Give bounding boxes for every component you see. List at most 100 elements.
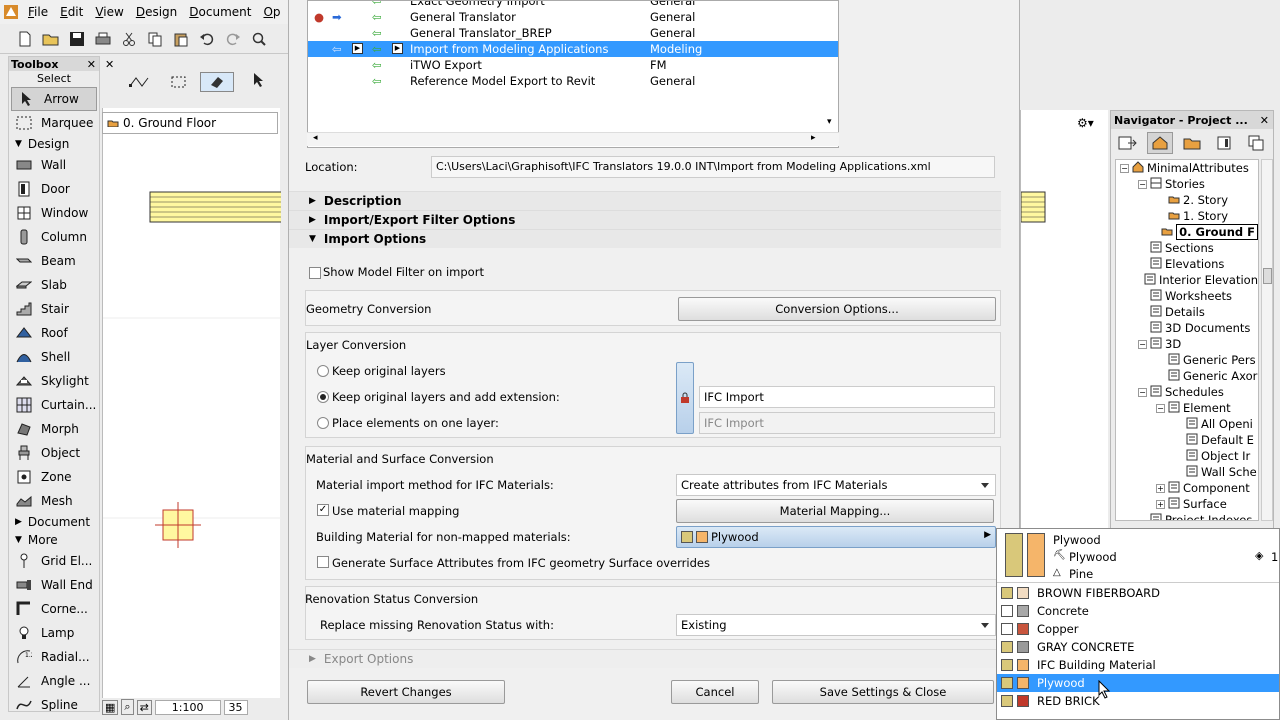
translator-row[interactable]: ● ➡ ⇦ General Translator General xyxy=(308,9,838,25)
keep-original-layers-radio[interactable] xyxy=(317,365,329,377)
tree-item-0-ground-f[interactable]: 0. Ground F xyxy=(1116,224,1258,240)
material-item-gray-concrete[interactable]: GRAY CONCRETE xyxy=(997,638,1279,656)
keep-layers-extension-radio[interactable] xyxy=(317,391,329,403)
tool-corne[interactable]: Corne... xyxy=(9,597,99,621)
scroll-right-icon[interactable]: ▸ xyxy=(811,133,816,143)
section-filter-options[interactable]: ▶ Import/Export Filter Options xyxy=(289,210,1001,229)
tool-wall-end[interactable]: Wall End xyxy=(9,573,99,597)
translator-row[interactable]: ⇦ iTWO Export FM xyxy=(308,57,838,73)
navigator-popup-icon[interactable] xyxy=(1115,132,1141,154)
layer-settings-icon[interactable]: ⚙▾ xyxy=(1077,116,1094,130)
tree-item-all-openi[interactable]: All Openi xyxy=(1116,416,1258,432)
tool-column[interactable]: Column xyxy=(9,225,99,249)
scale-field[interactable]: 1:100 xyxy=(154,699,221,715)
print-icon[interactable] xyxy=(92,28,114,50)
tree-item-3d[interactable]: − 3D xyxy=(1116,336,1258,352)
material-item-brown-fiberboard[interactable]: BROWN FIBERBOARD xyxy=(997,584,1279,602)
group-document[interactable]: ▶ Document xyxy=(9,513,99,531)
tool-skylight[interactable]: Skylight xyxy=(9,369,99,393)
group-design[interactable]: ▼ Design xyxy=(9,135,99,153)
tree-item-minimalattributes[interactable]: − MinimalAttributes xyxy=(1116,160,1258,176)
renovation-dropdown[interactable]: Existing xyxy=(676,614,996,636)
translator-row[interactable]: ⇦ Exact Geometry Import General xyxy=(308,1,838,9)
tool-angle[interactable]: Angle ... xyxy=(9,669,99,693)
tree-item-details[interactable]: Details xyxy=(1116,304,1258,320)
tree-expander-icon[interactable]: − xyxy=(1120,163,1129,173)
tool-morph[interactable]: Morph xyxy=(9,417,99,441)
tool-door[interactable]: Door xyxy=(9,177,99,201)
tool-grid-el[interactable]: Grid El... xyxy=(9,549,99,573)
tree-item-stories[interactable]: − Stories xyxy=(1116,176,1258,192)
tool-spline[interactable]: Spline xyxy=(9,693,99,711)
material-item-concrete[interactable]: Concrete xyxy=(997,602,1279,620)
tree-item-element[interactable]: − Element xyxy=(1116,400,1258,416)
building-material-picker[interactable]: Plywood ▶ xyxy=(676,526,996,548)
tree-item-schedules[interactable]: − Schedules xyxy=(1116,384,1258,400)
menu-options[interactable]: Op xyxy=(257,5,286,19)
material-item-copper[interactable]: Copper xyxy=(997,620,1279,638)
tool-radial[interactable]: 1.2 Radial... xyxy=(9,645,99,669)
tree-item-generic-axor[interactable]: Generic Axor xyxy=(1116,368,1258,384)
extension-field[interactable]: IFC Import xyxy=(699,386,995,408)
eraser-icon[interactable] xyxy=(200,72,234,92)
translator-row[interactable]: ⇦ General Translator_BREP General xyxy=(308,25,838,41)
tree-item-worksheets[interactable]: Worksheets xyxy=(1116,288,1258,304)
tool-shell[interactable]: Shell xyxy=(9,345,99,369)
material-method-dropdown[interactable]: Create attributes from IFC Materials xyxy=(676,474,996,496)
tree-item-sections[interactable]: Sections xyxy=(1116,240,1258,256)
zoom-fit-icon[interactable]: ▦ xyxy=(102,699,119,715)
cut-icon[interactable] xyxy=(118,28,140,50)
section-description[interactable]: ▶ Description xyxy=(289,191,1001,210)
revert-changes-button[interactable]: Revert Changes xyxy=(307,680,505,704)
zoom-icon[interactable]: ⌕ xyxy=(121,699,134,715)
material-item-plywood[interactable]: Plywood xyxy=(997,674,1279,692)
translator-row[interactable]: ⇦ ▶ ▶ ⇦ Import from Modeling Applications Mod… xyxy=(308,41,838,57)
use-material-mapping-checkbox[interactable]: ✓ xyxy=(317,504,329,516)
close-icon[interactable]: ✕ xyxy=(87,58,99,71)
generate-surface-checkbox[interactable] xyxy=(317,556,329,568)
view-map-tab-icon[interactable] xyxy=(1179,132,1205,154)
tree-expander-icon[interactable]: − xyxy=(1138,179,1147,189)
tree-expander-icon[interactable]: − xyxy=(1138,339,1147,349)
group-more[interactable]: ▼ More xyxy=(9,531,99,549)
publisher-sets-tab-icon[interactable] xyxy=(1243,132,1269,154)
menu-file[interactable]: File xyxy=(22,5,54,19)
tool-mesh[interactable]: Mesh xyxy=(9,489,99,513)
layout-book-tab-icon[interactable] xyxy=(1211,132,1237,154)
wall-element[interactable] xyxy=(149,191,281,223)
tool-wall[interactable]: Wall xyxy=(9,153,99,177)
tree-item-wall-sche[interactable]: Wall Sche xyxy=(1116,464,1258,480)
close-icon[interactable]: ✕ xyxy=(105,58,114,71)
tree-item-elevations[interactable]: Elevations xyxy=(1116,256,1258,272)
tool-slab[interactable]: Slab xyxy=(9,273,99,297)
tree-item-2-story[interactable]: 2. Story xyxy=(1116,192,1258,208)
tree-item-surface[interactable]: + Surface xyxy=(1116,496,1258,512)
material-mapping-button[interactable]: Material Mapping... xyxy=(676,499,994,523)
rectangle-select-icon[interactable] xyxy=(170,74,188,93)
conversion-options-button[interactable]: Conversion Options... xyxy=(678,297,996,321)
scroll-down-icon[interactable]: ▾ xyxy=(827,117,832,127)
tool-window[interactable]: Window xyxy=(9,201,99,225)
save-close-button[interactable]: Save Settings & Close xyxy=(772,680,994,704)
tree-item-default-e[interactable]: Default E xyxy=(1116,432,1258,448)
one-layer-field[interactable]: IFC Import xyxy=(699,412,995,434)
section-import-options[interactable]: ▼ Import Options xyxy=(289,229,1001,248)
tree-item-object-ir[interactable]: Object Ir xyxy=(1116,448,1258,464)
open-folder-icon[interactable] xyxy=(40,28,62,50)
place-one-layer-radio[interactable] xyxy=(317,417,329,429)
tool-zone[interactable]: Zone xyxy=(9,465,99,489)
tree-expander-icon[interactable]: − xyxy=(1138,387,1147,397)
menu-design[interactable]: Design xyxy=(130,5,183,19)
tree-item-interior-elevation[interactable]: Interior Elevation xyxy=(1116,272,1258,288)
tool-beam[interactable]: Beam xyxy=(9,249,99,273)
layer-lock-toggle[interactable] xyxy=(676,362,694,434)
view-tab[interactable]: 0. Ground Floor xyxy=(102,112,278,134)
tool-stair[interactable]: Stair xyxy=(9,297,99,321)
scrollbar-thumb[interactable] xyxy=(1263,268,1272,284)
tree-expander-icon[interactable]: − xyxy=(1156,403,1165,413)
translator-list[interactable]: ⇦ Exact Geometry Import General ● ➡ ⇦ General … xyxy=(307,0,839,148)
tree-item-1-story[interactable]: 1. Story xyxy=(1116,208,1258,224)
close-icon[interactable]: ✕ xyxy=(1260,114,1273,127)
tree-item-3d-documents[interactable]: 3D Documents xyxy=(1116,320,1258,336)
tool-curtain[interactable]: Curtain... xyxy=(9,393,99,417)
